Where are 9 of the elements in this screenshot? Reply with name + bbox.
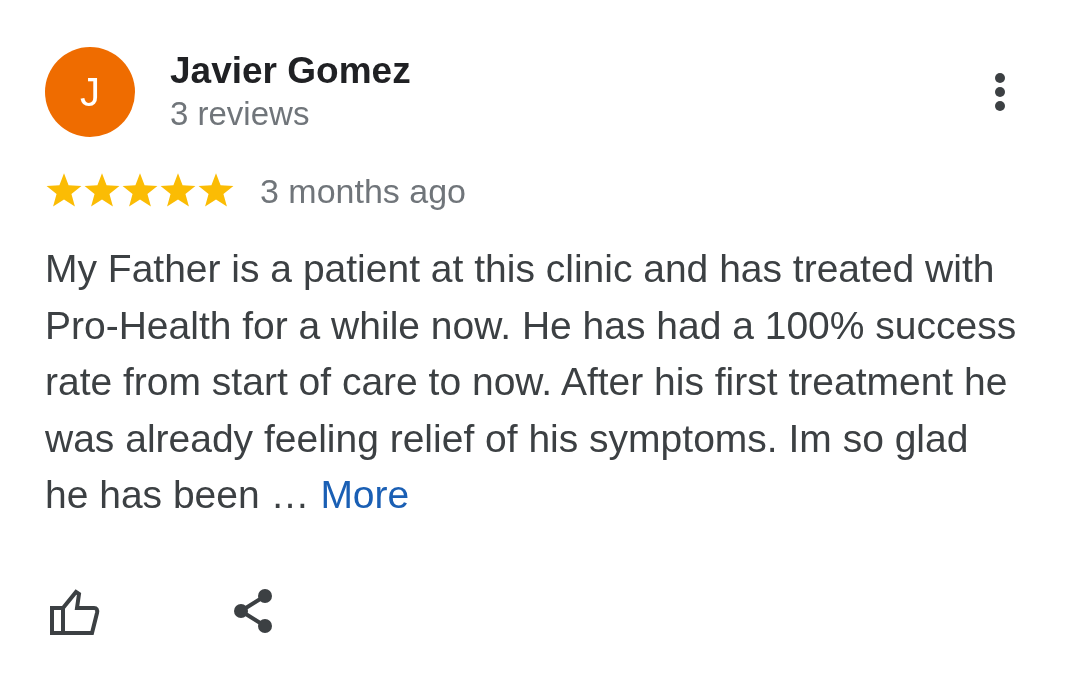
avatar-initial: J xyxy=(45,47,135,137)
more-link[interactable]: More xyxy=(320,473,410,516)
review-time: 3 months ago xyxy=(260,172,467,211)
thumbs-up-icon[interactable] xyxy=(49,587,101,636)
review-text: My Father is a patient at this clinic and has treated with Pro-Health for a while now. He has had a 100% success rate from start of care to now. After his first treatment he was already feeling relief of his symptoms. Im so glad he has been … More xyxy=(45,246,1018,518)
share-icon[interactable] xyxy=(231,587,275,636)
reviewer-name: Javier Gomez xyxy=(170,50,411,92)
more-options-menu-icon[interactable] xyxy=(994,72,1006,112)
review-count: 3 reviews xyxy=(170,94,310,134)
